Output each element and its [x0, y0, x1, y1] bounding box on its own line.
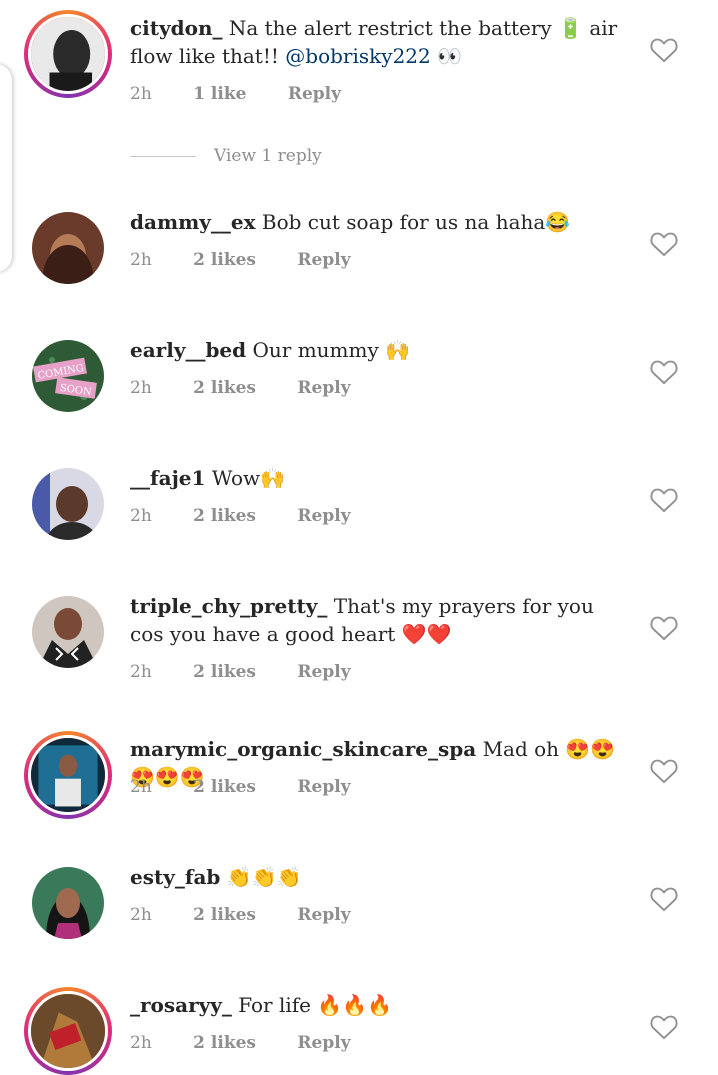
comment-text: citydon_ Na the alert restrict the batte… — [130, 14, 630, 70]
like-heart-icon[interactable] — [650, 886, 678, 912]
avatar[interactable] — [32, 468, 104, 540]
comment-time: 2h — [130, 84, 152, 104]
avatar[interactable] — [32, 596, 104, 668]
reply-button[interactable]: Reply — [297, 378, 350, 398]
comment-username[interactable]: early__bed — [130, 338, 246, 362]
comment-body: Bob cut soap for us na haha😂 — [261, 210, 571, 234]
mention-link[interactable]: @bobrisky222 — [285, 44, 430, 68]
like-heart-icon[interactable] — [650, 758, 678, 784]
avatar[interactable] — [24, 987, 112, 1075]
like-heart-icon[interactable] — [650, 615, 678, 641]
comment-time: 2h — [130, 1033, 152, 1053]
avatar[interactable]: COMING SOON — [32, 340, 104, 412]
comment-username[interactable]: dammy__ex — [130, 210, 256, 234]
comment-meta: 2h 2 likes Reply — [130, 250, 387, 270]
like-heart-icon[interactable] — [650, 1014, 678, 1040]
likes-count[interactable]: 2 likes — [193, 777, 256, 797]
side-edge-panel[interactable] — [0, 64, 12, 272]
comment-text: _rosaryy_ For life 🔥🔥🔥 — [130, 991, 630, 1019]
likes-count[interactable]: 2 likes — [193, 378, 256, 398]
like-heart-icon[interactable] — [650, 231, 678, 257]
avatar[interactable] — [32, 212, 104, 284]
comment-time: 2h — [130, 378, 152, 398]
comment-time: 2h — [130, 250, 152, 270]
comment-body: 👏👏👏 — [226, 865, 302, 889]
comment-body: Wow🙌 — [211, 466, 286, 490]
comment-username[interactable]: esty_fab — [130, 865, 220, 889]
comment-body: For life 🔥🔥🔥 — [238, 993, 393, 1017]
reply-button[interactable]: Reply — [297, 777, 350, 797]
likes-count[interactable]: 2 likes — [193, 662, 256, 682]
comment-username[interactable]: citydon_ — [130, 16, 223, 40]
reply-button[interactable]: Reply — [297, 662, 350, 682]
comment-meta: 2h 2 likes Reply — [130, 777, 387, 797]
comment-time: 2h — [130, 662, 152, 682]
comment-time: 2h — [130, 777, 152, 797]
like-heart-icon[interactable] — [650, 359, 678, 385]
likes-count[interactable]: 2 likes — [193, 250, 256, 270]
comment-text: esty_fab 👏👏👏 — [130, 863, 630, 891]
comment-username[interactable]: marymic_organic_skincare_spa — [130, 737, 476, 761]
comment-text: early__bed Our mummy 🙌 — [130, 336, 630, 364]
comment-username[interactable]: triple_chy_pretty_ — [130, 594, 327, 618]
likes-count[interactable]: 2 likes — [193, 1033, 256, 1053]
avatar[interactable] — [32, 867, 104, 939]
comment-suffix: 👀 — [430, 44, 463, 68]
comment-meta: 2h 2 likes Reply — [130, 506, 387, 526]
like-heart-icon[interactable] — [650, 37, 678, 63]
comment-meta: 2h 2 likes Reply — [130, 662, 387, 682]
comment-meta: 2h 2 likes Reply — [130, 378, 387, 398]
avatar[interactable] — [24, 10, 112, 98]
like-heart-icon[interactable] — [650, 487, 678, 513]
comment-time: 2h — [130, 506, 152, 526]
reply-button[interactable]: Reply — [288, 84, 341, 104]
view-replies-label: View 1 reply — [214, 146, 322, 166]
reply-button[interactable]: Reply — [297, 506, 350, 526]
reply-button[interactable]: Reply — [297, 250, 350, 270]
likes-count[interactable]: 1 like — [193, 84, 246, 104]
view-replies-button[interactable]: View 1 reply — [130, 146, 322, 166]
divider-line — [130, 156, 196, 157]
likes-count[interactable]: 2 likes — [193, 506, 256, 526]
comment-username[interactable]: __faje1 — [130, 466, 205, 490]
comment-text: triple_chy_pretty_ That's my prayers for… — [130, 592, 630, 648]
comment-text: dammy__ex Bob cut soap for us na haha😂 — [130, 208, 630, 236]
reply-button[interactable]: Reply — [297, 905, 350, 925]
comment-meta: 2h 2 likes Reply — [130, 905, 387, 925]
likes-count[interactable]: 2 likes — [193, 905, 256, 925]
reply-button[interactable]: Reply — [297, 1033, 350, 1053]
avatar[interactable] — [24, 731, 112, 819]
comment-body: Our mummy 🙌 — [252, 338, 411, 362]
comment-time: 2h — [130, 905, 152, 925]
comment-text: __faje1 Wow🙌 — [130, 464, 630, 492]
comment-meta: 2h 2 likes Reply — [130, 1033, 387, 1053]
comment-username[interactable]: _rosaryy_ — [130, 993, 232, 1017]
comment-meta: 2h 1 like Reply — [130, 84, 377, 104]
